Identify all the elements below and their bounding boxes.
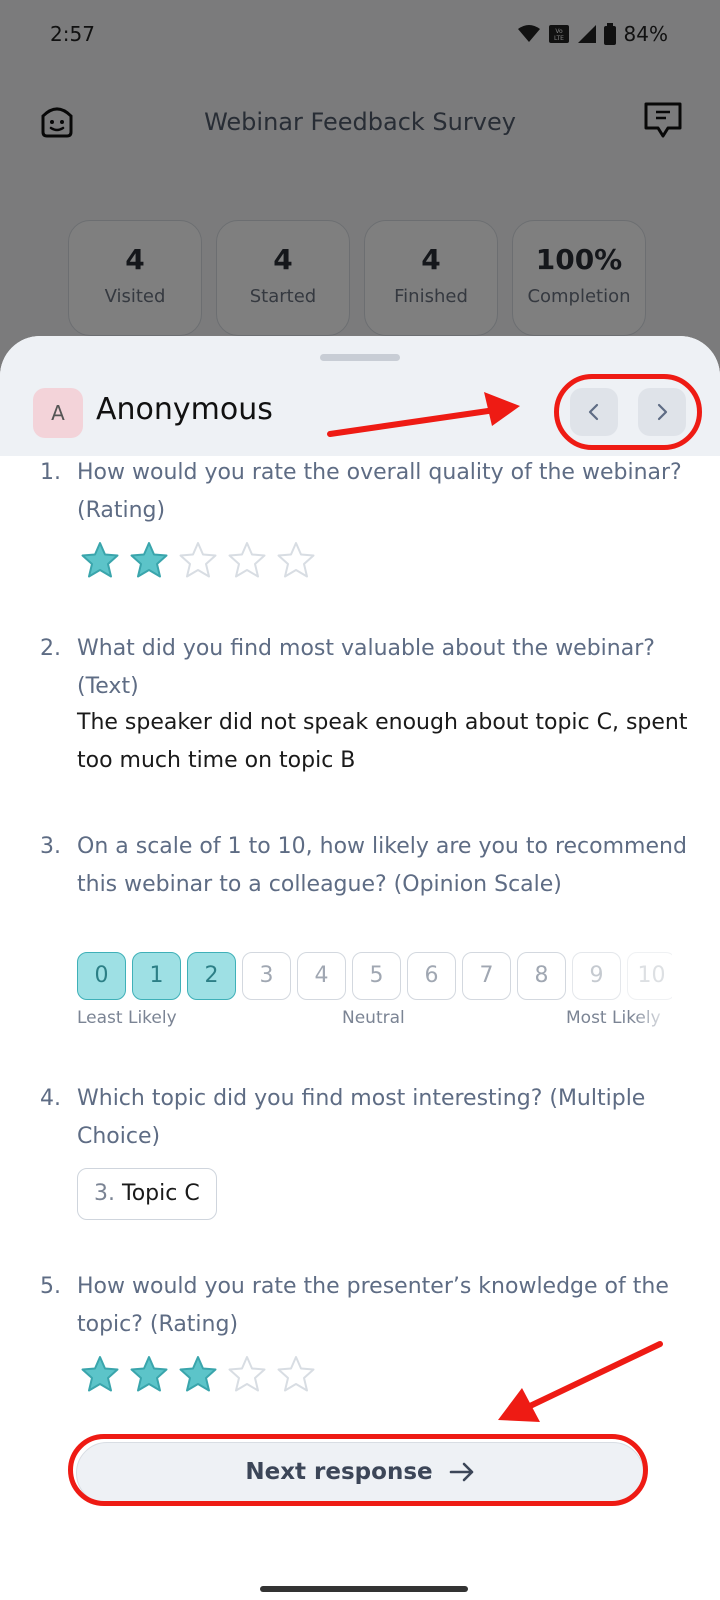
star-icon <box>179 542 217 578</box>
question-number: 1. <box>40 460 61 485</box>
scale-option: 9 <box>572 952 621 1000</box>
response-bottom-sheet: A Anonymous 1. How would you rate the ov… <box>0 336 720 1600</box>
rating-stars <box>80 1354 316 1394</box>
annotation-arrow <box>327 392 520 437</box>
question-number: 2. <box>40 636 61 661</box>
fade-overlay <box>632 1008 672 1032</box>
scale-option: 1 <box>132 952 181 1000</box>
opinion-scale: 0 1 2 3 4 5 6 7 8 9 10 <box>77 952 672 1000</box>
drag-handle[interactable] <box>320 354 400 361</box>
star-icon <box>130 1356 168 1392</box>
star-icon <box>277 542 315 578</box>
avatar: A <box>33 388 83 438</box>
star-icon <box>130 542 168 578</box>
question-text: How would you rate the overall quality o… <box>77 460 682 523</box>
home-indicator[interactable] <box>260 1586 468 1592</box>
question-number: 5. <box>40 1274 61 1299</box>
text-answer: The speaker did not speak enough about t… <box>77 710 688 773</box>
scale-option: 4 <box>297 952 346 1000</box>
scale-option: 7 <box>462 952 511 1000</box>
scale-option: 5 <box>352 952 401 1000</box>
respondent-name: Anonymous <box>96 392 273 427</box>
scale-option: 8 <box>517 952 566 1000</box>
scale-label-left: Least Likely <box>77 1008 177 1028</box>
scale-option: 0 <box>77 952 126 1000</box>
question-text: Which topic did you find most interestin… <box>77 1086 646 1149</box>
question-text: What did you find most valuable about th… <box>77 636 655 699</box>
scale-option: 3 <box>242 952 291 1000</box>
scale-option: 2 <box>187 952 236 1000</box>
question-text: On a scale of 1 to 10, how likely are yo… <box>77 834 687 897</box>
annotation-arrow <box>498 1341 663 1422</box>
question-number: 4. <box>40 1086 61 1111</box>
choice-number: 3. <box>94 1181 115 1206</box>
scale-option: 10 <box>627 952 672 1000</box>
selected-choice: 3. Topic C <box>77 1168 217 1220</box>
star-icon <box>81 1356 119 1392</box>
star-icon <box>179 1356 217 1392</box>
question-text: How would you rate the presenter’s knowl… <box>77 1274 669 1337</box>
scale-option: 6 <box>407 952 456 1000</box>
annotation-circle <box>68 1434 648 1506</box>
scale-labels: Least Likely Neutral Most Likely <box>77 1008 672 1032</box>
star-icon <box>277 1356 315 1392</box>
scale-label-mid: Neutral <box>342 1008 405 1028</box>
question-number: 3. <box>40 834 61 859</box>
choice-label: Topic C <box>122 1181 200 1206</box>
star-icon <box>228 1356 266 1392</box>
star-icon <box>81 542 119 578</box>
rating-stars <box>80 540 316 580</box>
annotation-circle <box>554 374 702 450</box>
star-icon <box>228 542 266 578</box>
